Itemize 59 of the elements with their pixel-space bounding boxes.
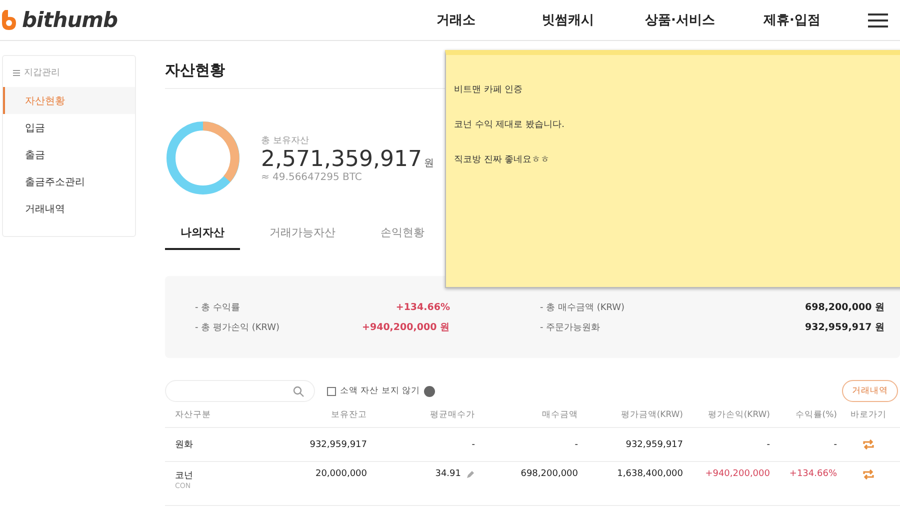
sidebar-item[interactable]: 거래내역 (3, 195, 135, 222)
summary-label: - 주문가능원화 (540, 322, 600, 334)
checkbox[interactable] (327, 386, 336, 396)
table-cell-text: 1,638,400,000 (616, 469, 683, 479)
nav-link[interactable]: 거래소 (400, 11, 512, 29)
sidebar-item[interactable]: 출금주소관리 (3, 168, 135, 195)
summary-label: - 총 수익률 (195, 302, 240, 314)
column-header: 평가손익(KRW) (706, 408, 770, 420)
summary-label: - 총 평가손익 (KRW) (195, 322, 280, 334)
tab[interactable]: 거래가능자산 (265, 219, 340, 250)
table-cell-text: +134.66% (788, 469, 837, 479)
swap-icon (862, 469, 875, 480)
pencil-icon[interactable] (466, 470, 475, 478)
table-cell-text: 20,000,000 (314, 469, 367, 479)
swap-icon (862, 439, 875, 450)
column-header: 수익률(%) (794, 408, 837, 420)
list-icon (13, 70, 20, 76)
table-cell-text: - (574, 440, 578, 450)
column-header: 평가금액(KRW) (620, 408, 683, 420)
column-header: 평균매수가 (429, 408, 475, 420)
table-cell-text: 932,959,917 (308, 440, 367, 450)
summary-value: +940,200,000 원 (362, 320, 450, 334)
table-cell-text: +940,200,000 (704, 469, 770, 479)
asset-name: 원화 (175, 439, 194, 451)
table-cell: 34.91 (367, 469, 475, 479)
table-cell-text: 932,959,917 (624, 440, 683, 450)
summary-value: 698,200,000 원 (804, 300, 885, 314)
note-text: 코넌 수익 제대로 봤습니다. (454, 119, 566, 131)
tab[interactable]: 나의자산 (165, 219, 240, 250)
btc-amount: ≈ 49.56647295 BTC (261, 172, 363, 182)
sidebar-title: 지갑관리 (24, 67, 60, 79)
logo-icon (0, 9, 18, 31)
tab[interactable]: 손익현황 (365, 219, 440, 250)
currency-unit: 원 (424, 158, 434, 168)
total-label: 총 보유자산 (261, 134, 310, 146)
note-text: 직코방 진짜 좋네요ㅎㅎ (454, 154, 551, 166)
column-header: 바로가기 (850, 408, 888, 420)
sidebar-item[interactable]: 입금 (3, 114, 135, 141)
search-icon (293, 386, 304, 396)
table-cell-text: - (470, 440, 475, 450)
nav-link[interactable]: 제휴·입점 (736, 11, 848, 29)
column-header: 자산구분 (175, 408, 212, 420)
summary-value: 932,959,917 원 (804, 320, 885, 334)
checkbox-label: 소액 자산 보지 않기 (340, 385, 420, 397)
logo-text: bithumb (22, 8, 118, 32)
asset-name: 코넌 (175, 470, 194, 482)
sidebar-item[interactable]: 출금 (3, 141, 135, 168)
table-cell-text: - (832, 440, 837, 450)
nav-link[interactable]: 빗썸캐시 (512, 11, 624, 29)
search-field[interactable] (165, 380, 315, 402)
table-cell-text: - (766, 440, 770, 450)
nav-link[interactable]: 상품·서비스 (624, 11, 736, 29)
total-amount: 2,571,359,917 (261, 146, 422, 172)
menu-icon[interactable] (866, 10, 890, 30)
column-header: 매수금액 (541, 408, 578, 420)
column-header: 보유잔고 (330, 408, 367, 420)
summary-value: +134.66% (396, 302, 450, 312)
summary-label: - 총 매수금액 (KRW) (540, 302, 625, 314)
table-cell-text: 698,200,000 (520, 469, 578, 479)
